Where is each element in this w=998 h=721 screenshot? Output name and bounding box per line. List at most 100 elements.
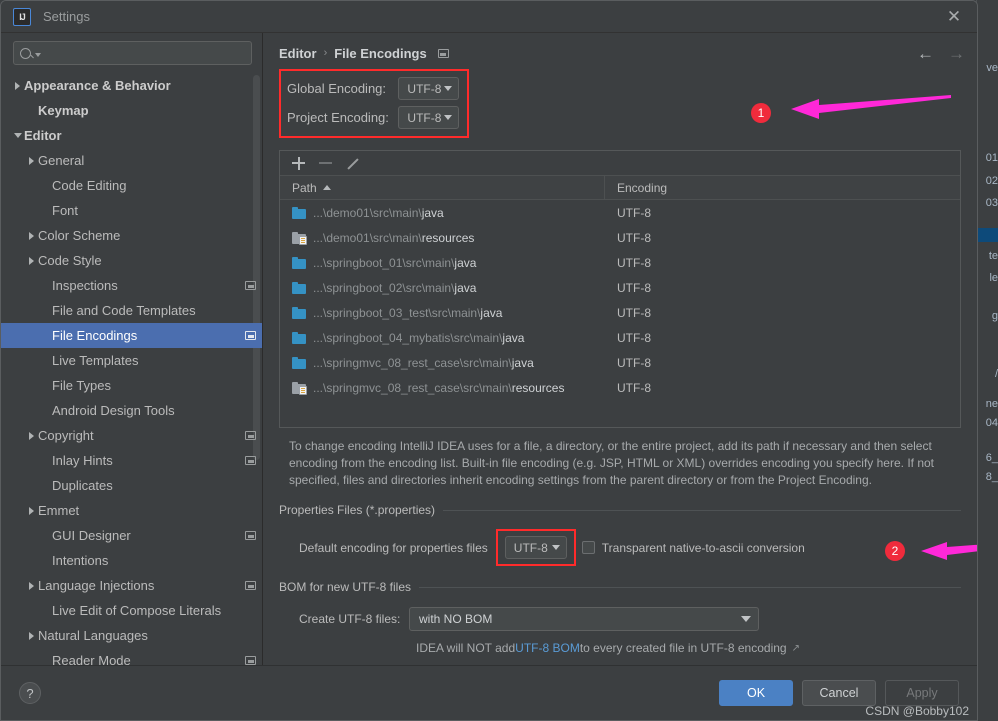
sidebar-item-copyright[interactable]: Copyright <box>1 423 262 448</box>
sidebar-item-natural-languages[interactable]: Natural Languages <box>1 623 262 648</box>
background-text-fragment: 03 <box>985 197 998 209</box>
table-row[interactable]: ...\springmvc_08_rest_case\src\main\reso… <box>280 375 960 400</box>
sidebar-item-label: Code Editing <box>52 178 127 193</box>
resources-folder-icon <box>292 381 307 395</box>
table-cell-encoding[interactable]: UTF-8 <box>605 231 651 245</box>
annotation-arrow-1 <box>791 95 951 119</box>
table-row[interactable]: ...\springmvc_08_rest_case\src\main\java… <box>280 350 960 375</box>
project-scope-icon <box>245 656 256 665</box>
sidebar-item-label: Duplicates <box>52 478 113 493</box>
create-utf8-files-dropdown[interactable]: with NO BOM <box>409 607 759 631</box>
sidebar-item-inspections[interactable]: Inspections <box>1 273 262 298</box>
sidebar-item-code-editing[interactable]: Code Editing <box>1 173 262 198</box>
sidebar-item-reader-mode[interactable]: Reader Mode <box>1 648 262 665</box>
arrow-right-icon[interactable]: → <box>948 45 965 62</box>
table-cell-encoding[interactable]: UTF-8 <box>605 256 651 270</box>
project-encoding-dropdown[interactable]: UTF-8 <box>398 106 459 129</box>
bom-note: IDEA will NOT add UTF-8 BOM to every cre… <box>279 641 961 655</box>
help-icon[interactable]: ? <box>19 682 41 704</box>
table-row[interactable]: ...\demo01\src\main\java UTF-8 <box>280 200 960 225</box>
sidebar-item-gui-designer[interactable]: GUI Designer <box>1 523 262 548</box>
table-row[interactable]: ...\springboot_03_test\src\main\java UTF-… <box>280 300 960 325</box>
chevron-right-icon[interactable] <box>11 81 24 90</box>
properties-encoding-highlight-box: UTF-8 <box>495 529 576 566</box>
search-box[interactable] <box>13 41 252 65</box>
background-text-fragment: 01 <box>985 152 998 164</box>
table-cell-encoding[interactable]: UTF-8 <box>605 381 651 395</box>
remove-icon[interactable] <box>319 162 332 164</box>
search-input[interactable] <box>41 46 245 60</box>
sidebar-item-appearance-behavior[interactable]: Appearance & Behavior <box>1 73 262 98</box>
arrow-left-icon[interactable]: ← <box>917 45 934 62</box>
chevron-right-icon[interactable] <box>25 631 38 640</box>
table-cell-encoding[interactable]: UTF-8 <box>605 306 651 320</box>
section-divider <box>443 509 961 511</box>
native-to-ascii-checkbox[interactable] <box>581 541 595 554</box>
sidebar-item-live-templates[interactable]: Live Templates <box>1 348 262 373</box>
sidebar-item-file-and-code-templates[interactable]: File and Code Templates <box>1 298 262 323</box>
sidebar-item-editor[interactable]: Editor <box>1 123 262 148</box>
background-text-fragment: ne <box>985 398 998 410</box>
edit-icon[interactable] <box>346 157 359 170</box>
sidebar-item-color-scheme[interactable]: Color Scheme <box>1 223 262 248</box>
footer-buttons: OK Cancel Apply <box>719 680 959 706</box>
path-text: ...\springboot_01\src\main\java <box>313 256 476 270</box>
properties-section-title-label: Properties Files (*.properties) <box>279 503 436 517</box>
project-scope-icon <box>245 431 256 440</box>
sidebar-item-language-injections[interactable]: Language Injections <box>1 573 262 598</box>
sidebar-item-file-encodings[interactable]: File Encodings <box>1 323 262 348</box>
search-icon <box>20 47 31 59</box>
add-icon[interactable] <box>292 156 305 170</box>
sidebar-item-android-design-tools[interactable]: Android Design Tools <box>1 398 262 423</box>
background-text-fragment: 02 <box>985 175 998 187</box>
sidebar-item-emmet[interactable]: Emmet <box>1 498 262 523</box>
bom-note-link[interactable]: UTF-8 BOM <box>515 641 580 655</box>
sidebar-item-label: Intentions <box>52 553 109 568</box>
sidebar-item-file-types[interactable]: File Types <box>1 373 262 398</box>
chevron-right-icon[interactable] <box>25 581 38 590</box>
path-text: ...\springboot_04_mybatis\src\main\java <box>313 331 524 345</box>
sidebar-item-keymap[interactable]: Keymap <box>1 98 262 123</box>
sidebar-item-duplicates[interactable]: Duplicates <box>1 473 262 498</box>
sidebar-item-intentions[interactable]: Intentions <box>1 548 262 573</box>
project-scope-icon <box>245 581 256 590</box>
cancel-button[interactable]: Cancel <box>802 680 876 706</box>
table-cell-encoding[interactable]: UTF-8 <box>605 356 651 370</box>
bom-note-prefix: IDEA will NOT add <box>416 641 516 655</box>
settings-sidebar: Appearance & Behavior Keymap Editor General… <box>1 33 263 665</box>
chevron-right-icon[interactable] <box>25 231 38 240</box>
native-to-ascii-checkbox-row[interactable]: Transparent native-to-ascii conversion <box>581 541 805 555</box>
table-cell-encoding[interactable]: UTF-8 <box>605 281 651 295</box>
sidebar-item-font[interactable]: Font <box>1 198 262 223</box>
chevron-right-icon[interactable] <box>25 506 38 515</box>
close-icon[interactable]: ✕ <box>941 4 967 30</box>
source-folder-icon <box>292 281 306 294</box>
properties-encoding-dropdown[interactable]: UTF-8 <box>504 536 567 559</box>
sidebar-item-code-style[interactable]: Code Style <box>1 248 262 273</box>
sidebar-item-live-edit-of-compose-literals[interactable]: Live Edit of Compose Literals <box>1 598 262 623</box>
sidebar-item-inlay-hints[interactable]: Inlay Hints <box>1 448 262 473</box>
chevron-right-icon[interactable] <box>25 256 38 265</box>
column-header-encoding[interactable]: Encoding <box>605 181 667 195</box>
table-row[interactable]: ...\springboot_04_mybatis\src\main\java U… <box>280 325 960 350</box>
column-header-path[interactable]: Path <box>280 176 605 199</box>
external-link-icon[interactable]: ↗ <box>792 643 800 654</box>
global-encoding-dropdown[interactable]: UTF-8 <box>398 77 459 100</box>
annotation-badge-2: 2 <box>885 541 905 561</box>
table-row[interactable]: ...\demo01\src\main\resources UTF-8 <box>280 225 960 250</box>
chevron-right-icon[interactable] <box>25 431 38 440</box>
breadcrumb-parent[interactable]: Editor <box>279 46 317 61</box>
sidebar-item-general[interactable]: General <box>1 148 262 173</box>
properties-section: Properties Files (*.properties) Default … <box>279 503 961 566</box>
project-encoding-label: Project Encoding: <box>287 110 389 125</box>
chevron-right-icon[interactable] <box>25 156 38 165</box>
table-cell-encoding[interactable]: UTF-8 <box>605 331 651 345</box>
table-cell-encoding[interactable]: UTF-8 <box>605 206 651 220</box>
table-cell-path: ...\demo01\src\main\java <box>280 206 605 220</box>
table-row[interactable]: ...\springboot_02\src\main\java UTF-8 <box>280 275 960 300</box>
encodings-table-panel: Path Encoding ...\demo01\src\main\java UT… <box>279 150 961 428</box>
ok-button[interactable]: OK <box>719 680 793 706</box>
apply-button[interactable]: Apply <box>885 680 959 706</box>
table-row[interactable]: ...\springboot_01\src\main\java UTF-8 <box>280 250 960 275</box>
chevron-down-icon[interactable] <box>11 133 24 138</box>
